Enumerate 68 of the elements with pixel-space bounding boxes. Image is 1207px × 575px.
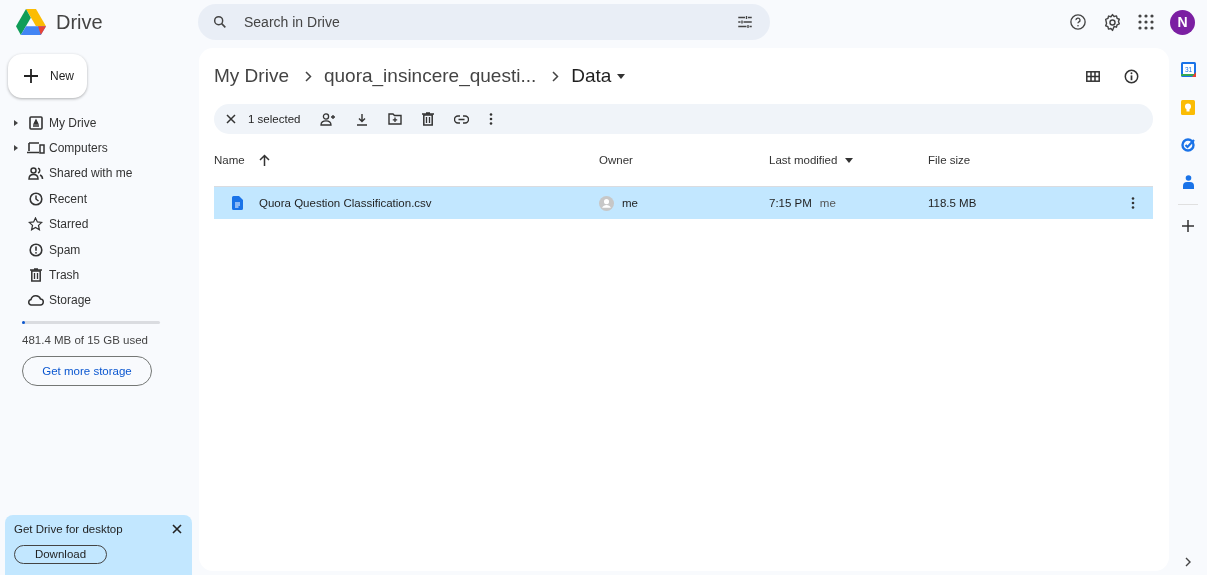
close-icon[interactable] — [226, 114, 236, 124]
apps-grid-icon[interactable] — [1138, 14, 1154, 30]
column-header[interactable]: Last modified — [769, 154, 928, 166]
file-name: Quora Question Classification.csv — [259, 197, 432, 209]
selection-count: 1 selected — [248, 113, 301, 125]
filter-sliders-icon[interactable] — [736, 13, 754, 31]
warning-circle-icon — [28, 242, 43, 257]
sidebar-item[interactable]: Starred — [0, 211, 199, 237]
file-row[interactable]: Quora Question Classification.csv me 7:15 PM me 118.5 MB — [214, 186, 1153, 219]
expand-caret-icon[interactable] — [14, 145, 18, 152]
column-header[interactable]: Owner — [599, 154, 769, 166]
chevron-right-icon — [552, 70, 560, 82]
more-options-icon[interactable] — [489, 113, 494, 125]
drive-icon — [28, 115, 43, 130]
computer-icon — [26, 142, 45, 155]
drive-logo-icon — [16, 8, 46, 36]
info-icon[interactable] — [1124, 68, 1139, 84]
search-field[interactable]: Search in Drive — [198, 4, 770, 40]
sidebar-item[interactable]: Shared with me — [0, 160, 199, 187]
owner-name: me — [622, 197, 638, 209]
new-button[interactable]: New — [8, 54, 87, 98]
sidebar-item[interactable]: My Drive — [0, 110, 199, 136]
chevron-right-icon — [304, 70, 312, 82]
trash-icon[interactable] — [422, 112, 435, 126]
more-options-icon[interactable] — [1131, 197, 1135, 209]
chevron-right-icon[interactable] — [1185, 557, 1191, 567]
sort-caret-icon — [845, 157, 854, 163]
storage-usage-text: 481.4 MB of 15 GB used — [22, 334, 149, 347]
plus-icon — [23, 68, 39, 84]
sidebar-item[interactable]: Computers — [0, 135, 199, 161]
modified-time: 7:15 PM — [769, 197, 812, 209]
sidebar-item[interactable]: Spam — [0, 236, 199, 263]
move-to-folder-icon[interactable] — [388, 113, 403, 125]
clock-icon — [28, 191, 43, 206]
people-icon — [27, 166, 44, 180]
plus-icon[interactable] — [1182, 220, 1194, 232]
settings-icon[interactable] — [1103, 12, 1122, 32]
app-name: Drive — [56, 10, 103, 34]
sidebar-item[interactable]: Trash — [0, 262, 199, 288]
breadcrumb-link[interactable]: Data — [571, 65, 630, 87]
help-icon[interactable] — [1069, 13, 1087, 31]
star-icon — [28, 217, 43, 232]
document-icon — [232, 196, 243, 210]
promo-title: Get Drive for desktop — [14, 523, 123, 535]
search-input[interactable]: Search in Drive — [242, 13, 722, 31]
link-icon[interactable] — [454, 114, 470, 124]
search-icon — [212, 14, 228, 30]
expand-caret-icon[interactable] — [14, 119, 18, 126]
user-avatar-icon — [599, 195, 614, 211]
column-header[interactable]: Name — [214, 154, 599, 166]
download-icon[interactable] — [356, 112, 369, 126]
modified-by: me — [819, 197, 836, 209]
cloud-icon — [27, 294, 44, 307]
sidebar-item[interactable]: Recent — [0, 186, 199, 212]
contacts-person-icon[interactable] — [1182, 175, 1194, 189]
breadcrumb-link[interactable]: My Drive — [214, 65, 293, 87]
grid-view-icon[interactable] — [1086, 70, 1100, 82]
trash-icon — [29, 268, 42, 283]
breadcrumb-link[interactable]: quora_insincere_questi... — [323, 65, 541, 87]
account-avatar[interactable]: N — [1170, 9, 1195, 35]
close-icon[interactable] — [172, 524, 182, 534]
file-size: 118.5 MB — [928, 197, 977, 209]
sidebar-item[interactable]: Storage — [0, 287, 199, 314]
tasks-check-icon[interactable] — [1181, 138, 1195, 152]
add-person-icon[interactable] — [320, 112, 337, 126]
sort-arrow-up-icon[interactable] — [258, 154, 270, 166]
column-header[interactable]: File size — [928, 154, 1113, 166]
dropdown-caret-icon — [617, 73, 626, 79]
